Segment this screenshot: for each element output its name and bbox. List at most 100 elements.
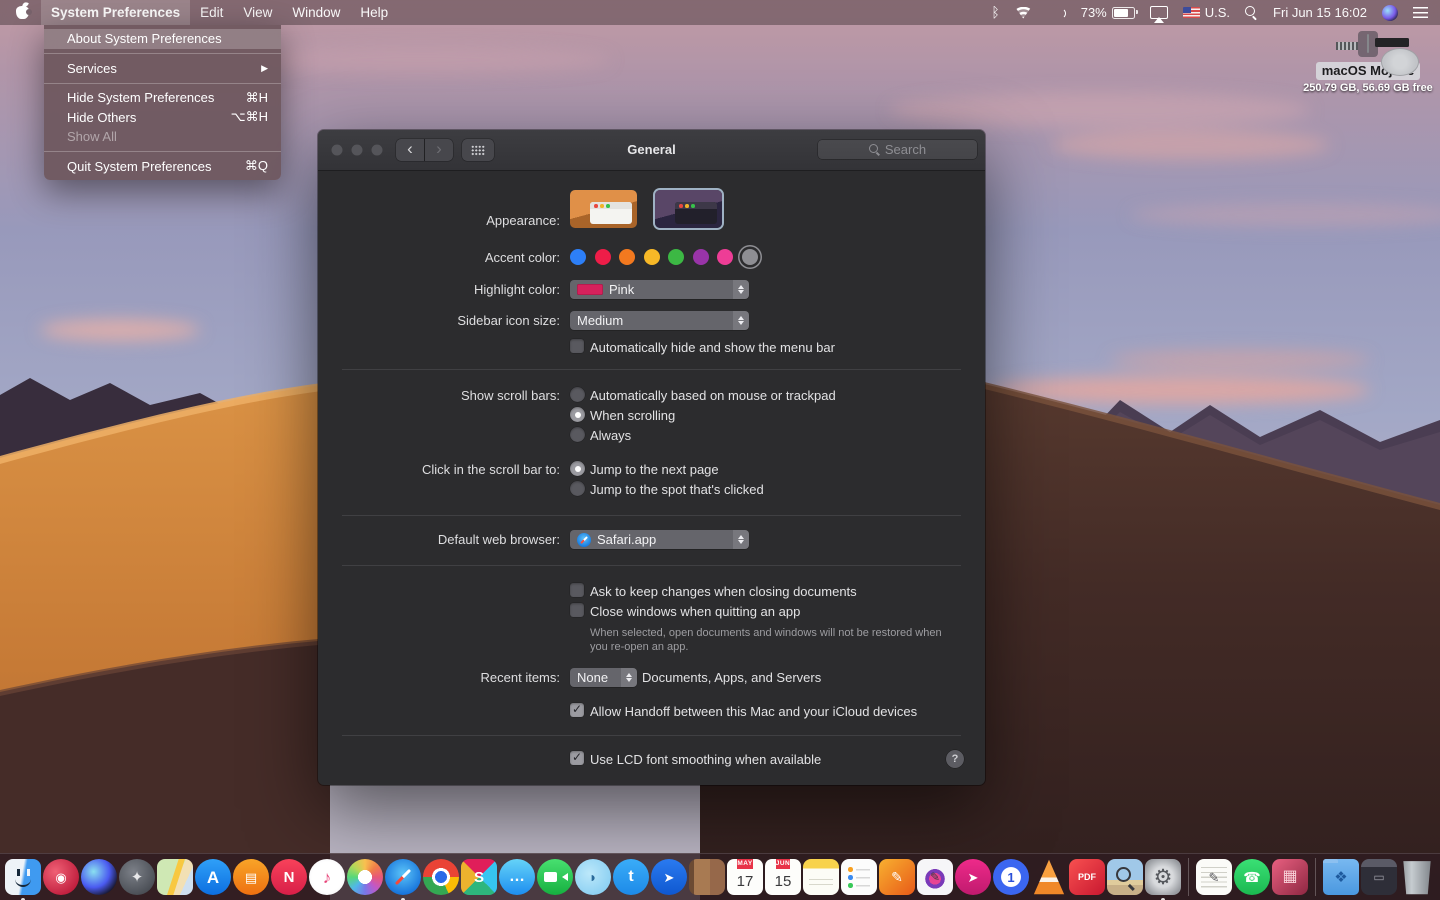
dock-chrome-icon[interactable] bbox=[423, 859, 459, 895]
accent-graphite[interactable] bbox=[742, 249, 758, 265]
highlight-color-select[interactable]: Pink bbox=[570, 280, 749, 299]
bluetooth-icon[interactable]: ᛒ bbox=[991, 0, 999, 25]
highlight-swatch bbox=[577, 284, 603, 295]
dock-1password-icon[interactable]: 1 bbox=[993, 859, 1029, 895]
notification-center-icon[interactable] bbox=[1413, 7, 1428, 18]
radio-jump-to-spot[interactable] bbox=[570, 481, 585, 496]
menu-view[interactable]: View bbox=[233, 0, 282, 25]
appearance-light-option[interactable] bbox=[570, 190, 637, 228]
system-preferences-app-menu: About System Preferences Services▶ Hide Sy… bbox=[44, 25, 281, 180]
dock-books-icon[interactable]: ▤ bbox=[233, 859, 269, 895]
dock-fantastical-icon[interactable]: MAY17 bbox=[727, 859, 763, 895]
dock-separator bbox=[1188, 858, 1189, 896]
menu-item-quit-system-preferences[interactable]: Quit System Preferences⌘Q bbox=[44, 157, 281, 177]
radio-scrollbars-always[interactable] bbox=[570, 427, 585, 442]
menu-item-about-system-preferences[interactable]: About System Preferences bbox=[44, 29, 281, 49]
dock-finder-icon[interactable] bbox=[5, 859, 41, 895]
recent-items-suffix: Documents, Apps, and Servers bbox=[642, 670, 821, 685]
wifi-icon[interactable] bbox=[1015, 7, 1032, 19]
dock-trash-icon[interactable] bbox=[1399, 859, 1435, 895]
menu-bar-clock[interactable]: Fri Jun 15 16:02 bbox=[1273, 5, 1367, 20]
dock-minimized-window-icon[interactable]: ▭ bbox=[1361, 859, 1397, 895]
search-field[interactable]: Search bbox=[818, 140, 977, 159]
airplay-display-icon[interactable] bbox=[1150, 6, 1168, 19]
dock-vlc-icon[interactable] bbox=[1031, 859, 1067, 895]
dock-siri-icon[interactable] bbox=[81, 859, 117, 895]
battery-indicator[interactable]: 73% bbox=[1081, 5, 1135, 20]
dock-pixelmator-icon[interactable]: ✎ bbox=[879, 859, 915, 895]
menu-item-hide-system-preferences[interactable]: Hide System Preferences⌘H bbox=[44, 88, 281, 108]
dock-reminders-icon[interactable] bbox=[841, 859, 877, 895]
dock-whatsapp-icon[interactable]: ☎ bbox=[1234, 859, 1270, 895]
lcd-smoothing-label: Use LCD font smoothing when available bbox=[590, 752, 821, 767]
auto-hide-menubar-checkbox[interactable] bbox=[570, 339, 584, 353]
accent-pink[interactable] bbox=[717, 249, 733, 265]
dock-twitter-icon[interactable]: t bbox=[613, 859, 649, 895]
menu-window[interactable]: Window bbox=[282, 0, 350, 25]
dock-photos-icon[interactable] bbox=[347, 859, 383, 895]
accent-yellow[interactable] bbox=[644, 249, 660, 265]
dock-skitch-icon[interactable]: ➤ bbox=[955, 859, 991, 895]
lcd-smoothing-checkbox[interactable] bbox=[570, 751, 584, 765]
dock-dropbox-folder-icon[interactable]: ❖ bbox=[1323, 859, 1359, 895]
menu-help[interactable]: Help bbox=[350, 0, 398, 25]
dock-pdf-expert-icon[interactable]: PDF bbox=[1069, 859, 1105, 895]
menu-item-services[interactable]: Services▶ bbox=[44, 59, 281, 79]
spotlight-icon[interactable] bbox=[1245, 6, 1258, 19]
accent-orange[interactable] bbox=[619, 249, 635, 265]
window-titlebar[interactable]: ‹ › General Search bbox=[318, 130, 985, 171]
accent-color-label: Accent color: bbox=[320, 250, 560, 265]
dock-pixelmator-pro-icon[interactable]: ✎ bbox=[917, 859, 953, 895]
accent-blue[interactable] bbox=[570, 249, 586, 265]
sidebar-size-select[interactable]: Medium bbox=[570, 311, 749, 330]
dock-messages-icon[interactable]: … bbox=[499, 859, 535, 895]
accent-green[interactable] bbox=[668, 249, 684, 265]
browser-select[interactable]: Safari.app bbox=[570, 530, 749, 549]
dock-preview-icon[interactable] bbox=[1107, 859, 1143, 895]
search-icon bbox=[869, 144, 880, 155]
radio-jump-next-page[interactable] bbox=[570, 461, 585, 476]
siri-icon[interactable] bbox=[1382, 5, 1398, 21]
dock-news-icon[interactable]: N bbox=[271, 859, 307, 895]
close-windows-note: When selected, open documents and window… bbox=[590, 626, 960, 655]
help-button[interactable]: ? bbox=[946, 750, 964, 768]
dock-contacts-icon[interactable] bbox=[689, 859, 725, 895]
dock-maps-icon[interactable] bbox=[157, 859, 193, 895]
battery-fill bbox=[1114, 9, 1128, 17]
handoff-checkbox[interactable] bbox=[570, 703, 584, 717]
dock-slack-icon[interactable]: S bbox=[461, 859, 497, 895]
dock-notes-icon[interactable] bbox=[803, 859, 839, 895]
menu-system-preferences[interactable]: System Preferences bbox=[41, 0, 190, 25]
recent-items-select[interactable]: None bbox=[570, 668, 637, 687]
dock-spark-icon[interactable]: ➤ bbox=[651, 859, 687, 895]
dock-launchpad-icon[interactable]: ✦ bbox=[119, 859, 155, 895]
dock-safari-icon[interactable] bbox=[385, 859, 421, 895]
dock-twitterrific-icon[interactable]: ◗ bbox=[575, 859, 611, 895]
close-windows-checkbox[interactable] bbox=[570, 603, 584, 617]
dock-facetime-icon[interactable] bbox=[537, 859, 573, 895]
desktop-icon-macos-mojave[interactable]: macOS Mojave 250.79 GB, 56.69 GB free bbox=[1302, 31, 1434, 94]
dock-photo-booth-icon[interactable]: ▦ bbox=[1272, 859, 1308, 895]
dock-calendar-icon[interactable]: JUN15 bbox=[765, 859, 801, 895]
ask-keep-changes-checkbox[interactable] bbox=[570, 583, 584, 597]
input-source-menu[interactable]: U.S. bbox=[1183, 5, 1230, 20]
volume-icon[interactable] bbox=[1047, 7, 1066, 19]
radio-scrollbars-when-scrolling[interactable] bbox=[570, 407, 585, 422]
menu-edit[interactable]: Edit bbox=[190, 0, 233, 25]
dock-itunes-icon[interactable]: ♪ bbox=[309, 859, 345, 895]
radio-scrollbars-auto[interactable] bbox=[570, 387, 585, 402]
battery-icon bbox=[1112, 7, 1135, 19]
sidebar-size-label: Sidebar icon size: bbox=[320, 313, 560, 328]
menu-item-hide-others[interactable]: Hide Others⌥⌘H bbox=[44, 108, 281, 128]
dock-screen-recorder-icon[interactable]: ◉ bbox=[43, 859, 79, 895]
apple-menu-icon[interactable] bbox=[16, 6, 29, 19]
dock-system-preferences-icon[interactable]: ⚙ bbox=[1145, 859, 1181, 895]
dock-textedit-icon[interactable]: ✎ bbox=[1196, 859, 1232, 895]
dock-app-store-icon[interactable]: A bbox=[195, 859, 231, 895]
accent-red[interactable] bbox=[595, 249, 611, 265]
accent-colors bbox=[570, 249, 766, 270]
appearance-dark-option[interactable] bbox=[655, 190, 722, 228]
ask-keep-changes-label: Ask to keep changes when closing documen… bbox=[590, 584, 857, 599]
stepper-icon bbox=[733, 280, 749, 299]
accent-purple[interactable] bbox=[693, 249, 709, 265]
